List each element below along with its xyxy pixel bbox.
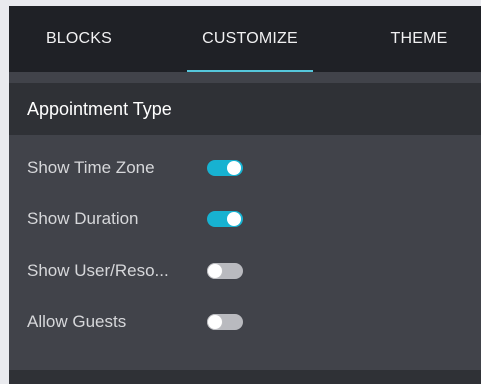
tab-blocks[interactable]: BLOCKS	[31, 6, 127, 72]
tab-bar: BLOCKS CUSTOMIZE THEME	[9, 6, 481, 72]
toggle-knob	[208, 264, 222, 278]
show-time-zone-toggle[interactable]	[207, 160, 243, 176]
tab-customize[interactable]: CUSTOMIZE	[187, 6, 313, 72]
section-header: Appointment Type	[9, 83, 481, 135]
option-row-allow-guests: Allow Guests	[9, 302, 481, 342]
customize-panel: BLOCKS CUSTOMIZE THEME Appointment Type …	[9, 6, 481, 384]
option-row-show-user-resource: Show User/Reso...	[9, 251, 481, 291]
option-row-show-duration: Show Duration	[9, 199, 481, 239]
active-tab-indicator	[187, 70, 313, 72]
section-title: Appointment Type	[27, 98, 172, 119]
option-label: Show User/Reso...	[27, 261, 169, 280]
show-duration-toggle[interactable]	[207, 211, 243, 227]
toggle-knob	[227, 161, 241, 175]
allow-guests-toggle[interactable]	[207, 314, 243, 330]
toggle-knob	[227, 212, 241, 226]
option-label: Allow Guests	[27, 312, 127, 331]
option-label: Show Duration	[27, 209, 139, 228]
option-label: Show Time Zone	[27, 158, 155, 177]
tab-theme[interactable]: THEME	[377, 6, 461, 72]
show-user-resource-toggle[interactable]	[207, 263, 243, 279]
toggle-knob	[208, 315, 222, 329]
panel-footer-divider	[9, 370, 481, 384]
option-row-show-time-zone: Show Time Zone	[9, 148, 481, 188]
